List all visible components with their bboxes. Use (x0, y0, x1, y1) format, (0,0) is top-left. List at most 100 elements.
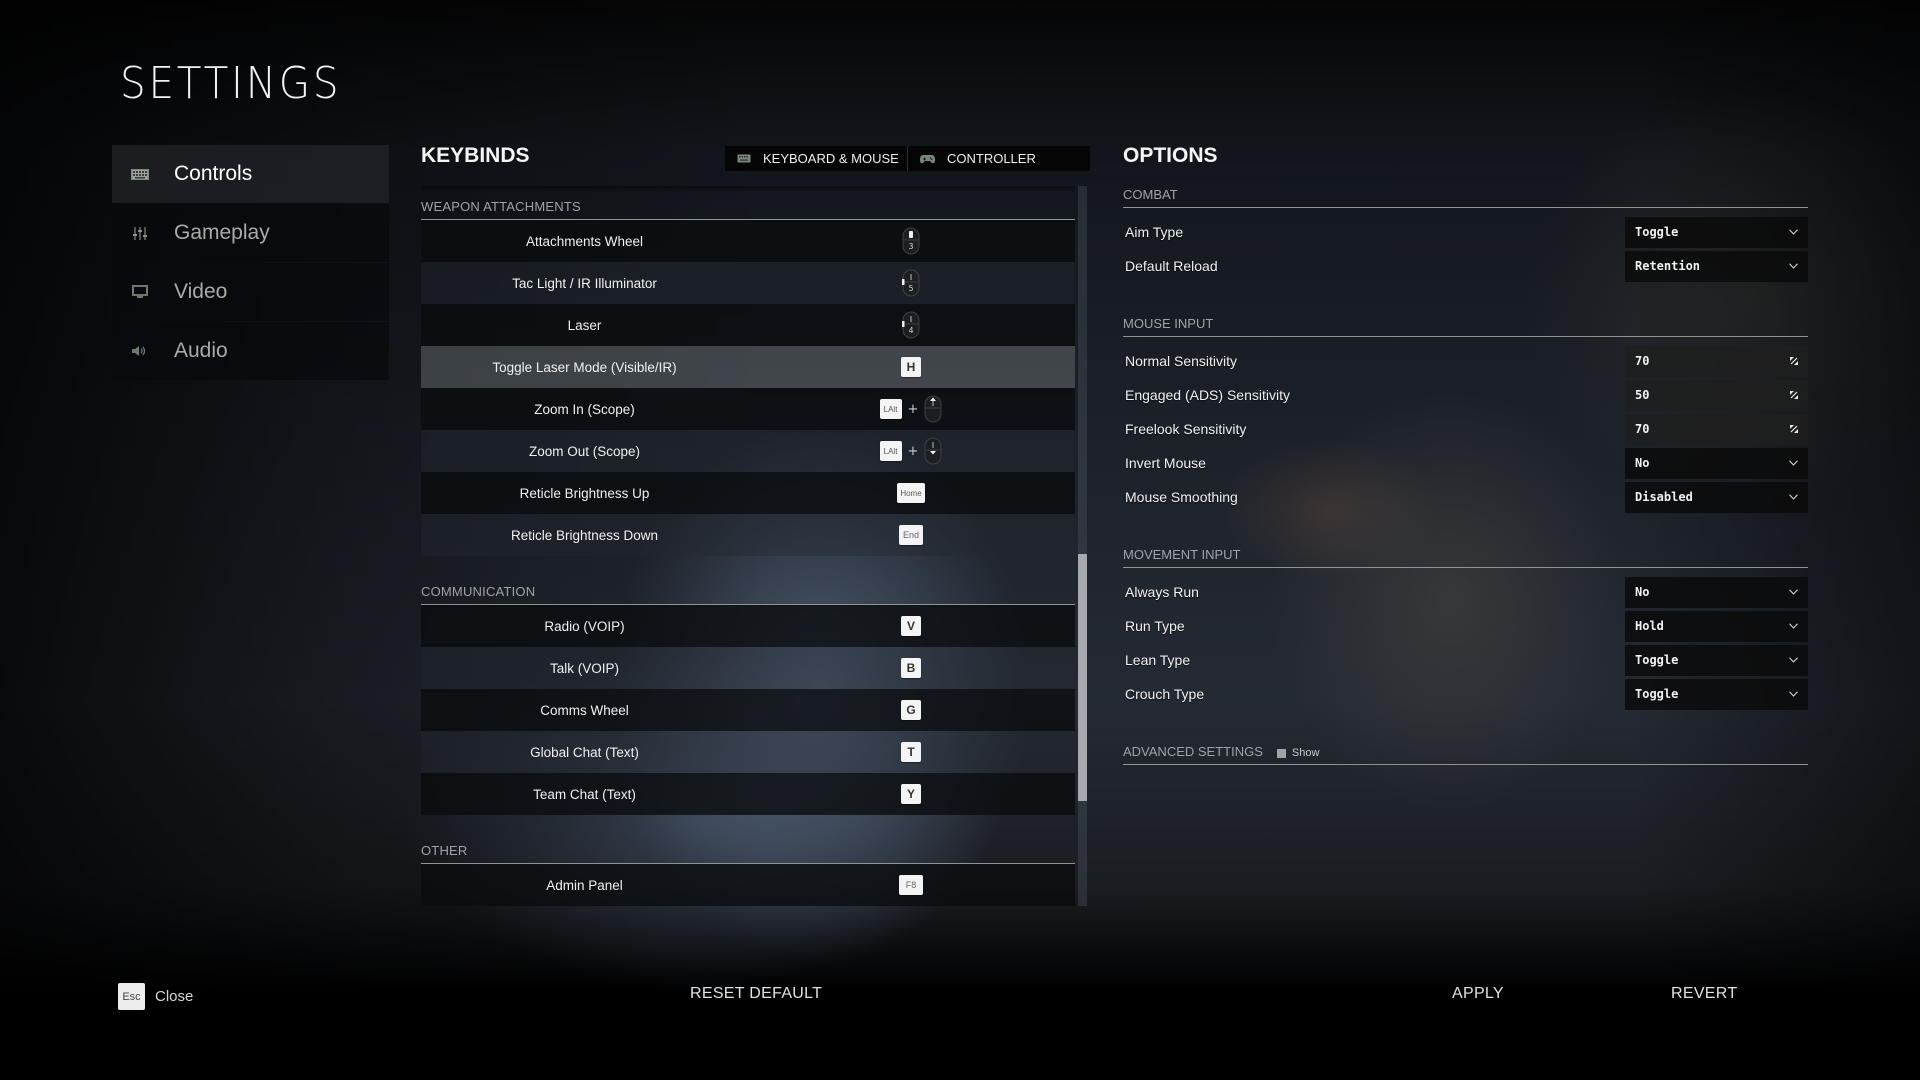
device-tabs: KEYBOARD & MOUSE CONTROLLER (725, 146, 1090, 171)
option-label: Mouse Smoothing (1125, 489, 1238, 505)
tab-controller[interactable]: CONTROLLER (907, 146, 1090, 171)
keybind-row[interactable]: Radio (VOIP) V (421, 605, 1075, 647)
option-label: Lean Type (1125, 652, 1191, 668)
plus-sign: + (907, 443, 919, 459)
sidebar: Controls Gameplay Video Audio (112, 145, 389, 381)
keybind-row[interactable]: Reticle Brightness Down End (421, 514, 1075, 556)
keybind-row[interactable]: Comms Wheel G (421, 689, 1075, 731)
scrollbar-thumb[interactable] (1078, 554, 1087, 801)
option-row: Aim Type Toggle (1123, 215, 1808, 249)
option-value: No (1635, 456, 1650, 470)
option-row: Freelook Sensitivity 70 (1123, 412, 1808, 446)
mouse-button-4-icon: 4 (902, 311, 920, 339)
dropdown-select[interactable]: Toggle (1625, 216, 1808, 248)
keybind-binding[interactable]: F8 (851, 875, 971, 895)
chevron-down-icon (1789, 657, 1798, 663)
keybind-binding[interactable]: G (851, 700, 971, 720)
keybind-binding[interactable]: End (851, 525, 971, 545)
option-value: Retention (1635, 259, 1701, 273)
keybind-binding[interactable]: Y (851, 784, 971, 804)
sidebar-item-label: Video (174, 280, 228, 303)
keybind-action-label: Radio (VOIP) (544, 618, 625, 634)
slider-input[interactable]: 50 (1625, 379, 1808, 411)
option-label: Run Type (1125, 618, 1185, 634)
keybinds-list[interactable]: WEAPON ATTACHMENTS Attachments Wheel 3 Tac … (421, 186, 1075, 906)
gamepad-icon (920, 154, 935, 164)
keyboard-icon (737, 154, 751, 163)
chevron-down-icon (1789, 263, 1798, 269)
keybind-binding[interactable]: 4 (851, 311, 971, 339)
dropdown-select[interactable]: No (1625, 447, 1808, 479)
keybind-binding[interactable]: T (851, 742, 971, 762)
keybind-row[interactable]: Zoom In (Scope) LAlt + (421, 388, 1075, 430)
key-cap: H (901, 357, 921, 377)
keybind-row[interactable]: Reticle Brightness Up Home (421, 472, 1075, 514)
tab-label: KEYBOARD & MOUSE (763, 151, 899, 166)
keybind-row[interactable]: Attachments Wheel 3 (421, 220, 1075, 262)
keybind-action-label: Tac Light / IR Illuminator (512, 275, 657, 291)
dropdown-select[interactable]: Toggle (1625, 678, 1808, 710)
apply-button[interactable]: APPLY (1452, 985, 1504, 1003)
keybind-row[interactable]: Laser 4 (421, 304, 1075, 346)
keybind-binding[interactable]: LAlt + (851, 395, 971, 423)
key-cap: Home (897, 483, 925, 503)
keybind-action-label: Comms Wheel (540, 702, 629, 718)
mouse-button-wheel-up-icon (924, 395, 942, 423)
dropdown-select[interactable]: Disabled (1625, 481, 1808, 513)
keybinds-scrollbar[interactable] (1078, 186, 1087, 906)
close-button[interactable]: Esc Close (118, 983, 193, 1010)
dropdown-select[interactable]: No (1625, 576, 1808, 608)
revert-button[interactable]: REVERT (1671, 985, 1737, 1003)
tab-label: CONTROLLER (947, 151, 1036, 166)
keybind-action-label: Attachments Wheel (525, 233, 644, 249)
option-label: Aim Type (1125, 224, 1184, 240)
option-value: Toggle (1635, 653, 1679, 667)
sidebar-item-controls[interactable]: Controls (112, 145, 389, 203)
option-label: Freelook Sensitivity (1125, 421, 1247, 437)
keybind-row[interactable]: Admin Panel F8 (421, 864, 1075, 906)
dropdown-select[interactable]: Toggle (1625, 644, 1808, 676)
keybind-binding[interactable]: 5 (851, 269, 971, 297)
option-row: Invert Mouse No (1123, 446, 1808, 480)
keybind-row[interactable]: Talk (VOIP) B (421, 647, 1075, 689)
slider-input[interactable]: 70 (1625, 345, 1808, 377)
dropdown-select[interactable]: Retention (1625, 250, 1808, 282)
tab-keyboard-mouse[interactable]: KEYBOARD & MOUSE (725, 146, 907, 171)
plus-sign: + (907, 401, 919, 417)
keybind-binding[interactable]: LAlt + (851, 437, 971, 465)
option-value: Toggle (1635, 687, 1679, 701)
expand-icon (1790, 357, 1798, 365)
chevron-down-icon (1789, 691, 1798, 697)
key-cap: B (901, 658, 921, 678)
option-label: Normal Sensitivity (1125, 353, 1238, 369)
section-header: WEAPON ATTACHMENTS (421, 186, 1075, 220)
keybind-row[interactable]: Team Chat (Text) Y (421, 773, 1075, 815)
advanced-show-checkbox[interactable]: Show (1276, 747, 1319, 759)
keybind-binding[interactable]: Home (851, 483, 971, 503)
keybind-binding[interactable]: 3 (851, 227, 971, 255)
keybind-binding[interactable]: V (851, 616, 971, 636)
advanced-settings-header: ADVANCED SETTINGS Show (1123, 737, 1808, 765)
reset-default-button[interactable]: RESET DEFAULT (690, 985, 822, 1003)
key-cap: F8 (899, 875, 923, 895)
key-cap: LAlt (879, 441, 902, 461)
keybind-row[interactable]: Global Chat (Text) T (421, 731, 1075, 773)
option-label: Crouch Type (1125, 686, 1205, 702)
keybind-binding[interactable]: B (851, 658, 971, 678)
sidebar-item-video[interactable]: Video (112, 263, 389, 321)
keybind-action-label: Admin Panel (546, 877, 623, 893)
keybind-row[interactable]: Tac Light / IR Illuminator 5 (421, 262, 1075, 304)
checkbox-box[interactable] (1276, 748, 1286, 758)
sidebar-item-gameplay[interactable]: Gameplay (112, 204, 389, 262)
sidebar-item-label: Audio (174, 339, 228, 362)
slider-input[interactable]: 70 (1625, 413, 1808, 445)
expand-icon (1790, 425, 1798, 433)
keybind-row[interactable]: Toggle Laser Mode (Visible/IR) H (421, 346, 1075, 388)
sidebar-item-audio[interactable]: Audio (112, 322, 389, 380)
dropdown-select[interactable]: Hold (1625, 610, 1808, 642)
keybind-row[interactable]: Zoom Out (Scope) LAlt + (421, 430, 1075, 472)
keybind-binding[interactable]: H (851, 357, 971, 377)
